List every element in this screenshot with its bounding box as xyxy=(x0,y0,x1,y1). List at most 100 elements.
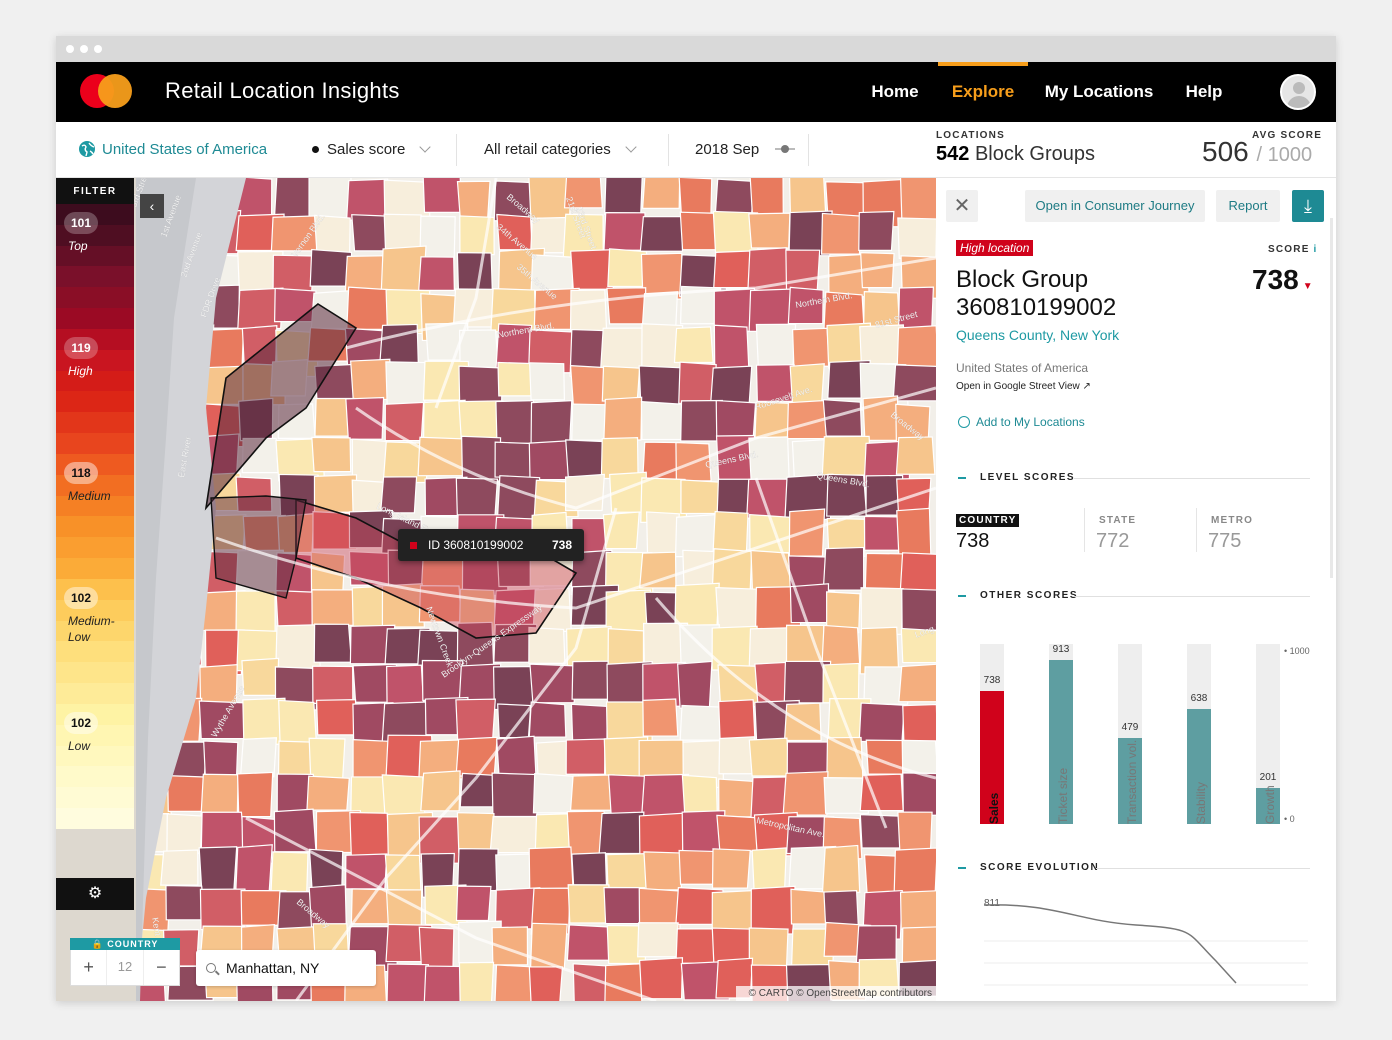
block-group-polygon[interactable] xyxy=(821,844,861,893)
block-group-polygon[interactable] xyxy=(600,437,639,480)
block-group-polygon[interactable] xyxy=(420,770,461,812)
block-group-polygon[interactable] xyxy=(456,252,493,294)
mastercard-logo[interactable] xyxy=(80,74,134,108)
block-group-polygon[interactable] xyxy=(308,178,352,221)
block-group-polygon[interactable] xyxy=(638,365,685,406)
block-group-polygon[interactable] xyxy=(899,178,936,222)
block-group-polygon[interactable] xyxy=(200,773,239,818)
open-journey-button[interactable]: Open in Consumer Journey xyxy=(1025,190,1205,222)
block-group-polygon[interactable] xyxy=(782,771,829,816)
block-group-polygon[interactable] xyxy=(642,698,679,737)
block-group-polygon[interactable] xyxy=(308,737,346,783)
block-group-polygon[interactable] xyxy=(345,396,385,440)
block-group-polygon[interactable] xyxy=(901,926,936,965)
block-group-polygon[interactable] xyxy=(385,361,426,407)
street-view-link[interactable]: Open in Google Street View ↗ xyxy=(956,381,1091,392)
block-group-polygon[interactable] xyxy=(715,586,761,631)
choropleth-map[interactable]: Northern Blvd. Long Island Expressway Quee… xyxy=(56,178,936,1001)
filter-level[interactable]: 101 Top xyxy=(56,204,134,329)
block-group-polygon[interactable] xyxy=(528,701,567,738)
block-group-polygon[interactable] xyxy=(313,623,353,663)
block-group-polygon[interactable] xyxy=(491,772,538,818)
settings-gear-icon[interactable]: ⚙ xyxy=(56,878,134,910)
block-group-polygon[interactable] xyxy=(604,178,643,216)
report-button[interactable]: Report xyxy=(1216,190,1280,222)
block-group-polygon[interactable] xyxy=(893,847,936,894)
block-group-polygon[interactable] xyxy=(606,287,647,325)
block-group-polygon[interactable] xyxy=(645,511,680,557)
block-group-polygon[interactable] xyxy=(311,436,352,473)
map-search-input[interactable]: Manhattan, NY xyxy=(196,950,376,986)
block-group-polygon[interactable] xyxy=(640,773,690,820)
block-group-polygon[interactable] xyxy=(898,663,936,703)
block-group-polygon[interactable] xyxy=(235,844,273,892)
block-group-polygon[interactable] xyxy=(858,702,905,743)
block-group-polygon[interactable] xyxy=(383,213,424,251)
block-group-polygon[interactable] xyxy=(198,846,238,894)
block-group-polygon[interactable] xyxy=(277,740,314,780)
filter-level[interactable]: 118 Medium xyxy=(56,454,134,579)
block-group-polygon[interactable] xyxy=(494,964,534,1001)
block-group-polygon[interactable] xyxy=(455,885,492,922)
block-group-polygon[interactable] xyxy=(748,927,789,969)
level-score-label[interactable]: COUNTRY xyxy=(956,514,1020,527)
block-group-polygon[interactable] xyxy=(350,358,392,401)
block-group-polygon[interactable] xyxy=(755,323,797,371)
zoom-out-button[interactable]: − xyxy=(144,950,179,985)
block-group-polygon[interactable] xyxy=(236,771,274,818)
download-icon[interactable]: ⤓ xyxy=(1292,190,1324,222)
date-slider[interactable]: 2018 Sep xyxy=(695,122,796,178)
block-group-polygon[interactable] xyxy=(315,699,357,736)
user-avatar[interactable] xyxy=(1280,74,1316,110)
block-group-polygon[interactable] xyxy=(791,327,830,367)
block-group-polygon[interactable] xyxy=(239,737,278,778)
block-group-polygon[interactable] xyxy=(386,963,430,1001)
block-group-polygon[interactable] xyxy=(417,436,466,477)
block-group-polygon[interactable] xyxy=(532,772,578,814)
block-group-polygon[interactable] xyxy=(601,365,641,402)
block-group-polygon[interactable] xyxy=(456,812,495,853)
block-group-polygon[interactable] xyxy=(571,660,609,700)
block-group-polygon[interactable] xyxy=(859,814,902,849)
block-group-polygon[interactable] xyxy=(384,401,425,442)
block-group-polygon[interactable] xyxy=(716,814,760,852)
block-group-polygon[interactable] xyxy=(902,772,936,816)
block-group-polygon[interactable] xyxy=(600,327,644,370)
block-group-polygon[interactable] xyxy=(638,957,684,1000)
nav-explore[interactable]: Explore xyxy=(938,62,1028,122)
score-type-select[interactable]: Sales score xyxy=(312,122,432,178)
block-group-polygon[interactable] xyxy=(418,926,455,969)
block-group-polygon[interactable] xyxy=(311,589,359,627)
window-dot[interactable] xyxy=(66,45,74,53)
block-group-polygon[interactable] xyxy=(748,212,791,249)
block-group-polygon[interactable] xyxy=(638,812,685,859)
block-group-polygon[interactable] xyxy=(241,657,280,696)
block-group-polygon[interactable] xyxy=(312,665,354,704)
block-group-polygon[interactable] xyxy=(494,441,535,478)
block-group-polygon[interactable] xyxy=(713,250,755,289)
block-group-polygon[interactable] xyxy=(351,585,387,631)
block-group-polygon[interactable] xyxy=(896,507,932,555)
block-group-polygon[interactable] xyxy=(820,212,863,255)
nav-my-locations[interactable]: My Locations xyxy=(1038,62,1160,122)
block-group-polygon[interactable] xyxy=(456,848,499,892)
block-group-polygon[interactable] xyxy=(565,738,606,775)
block-group-polygon[interactable] xyxy=(673,326,714,364)
close-icon[interactable]: ✕ xyxy=(946,190,978,222)
block-group-polygon[interactable] xyxy=(899,890,936,930)
block-group-polygon[interactable] xyxy=(529,922,568,970)
block-group-polygon[interactable] xyxy=(750,885,796,935)
block-group-polygon[interactable] xyxy=(786,741,834,777)
block-group-polygon[interactable] xyxy=(270,851,309,896)
block-group-polygon[interactable] xyxy=(489,815,539,854)
block-group-polygon[interactable] xyxy=(822,546,865,591)
block-group-polygon[interactable] xyxy=(423,965,466,1001)
map-canvas[interactable]: Northern Blvd.Long Island ExpresswayQuee… xyxy=(56,178,936,1001)
block-group-polygon[interactable] xyxy=(346,178,390,221)
block-group-polygon[interactable] xyxy=(275,624,322,672)
block-group-polygon[interactable] xyxy=(351,438,388,484)
add-to-locations-button[interactable]: Add to My Locations xyxy=(958,414,1085,429)
level-score-label[interactable]: METRO xyxy=(1208,514,1256,527)
block-group-polygon[interactable] xyxy=(569,289,608,336)
block-group-polygon[interactable] xyxy=(418,256,455,291)
